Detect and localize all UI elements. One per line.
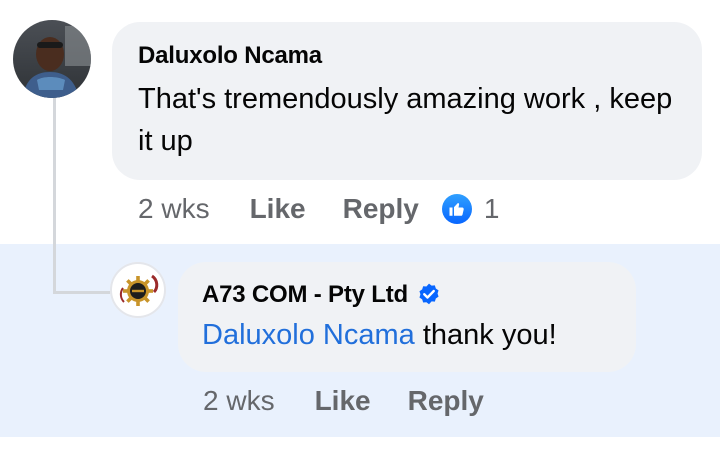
comment-actions: 2 wks Like Reply 1	[138, 193, 499, 225]
company-logo	[110, 262, 166, 318]
like-button[interactable]: Like	[315, 385, 371, 417]
thumbs-up-glyph	[449, 203, 464, 216]
thumbs-up-icon[interactable]	[441, 194, 472, 224]
profile-photo	[13, 20, 91, 98]
avatar[interactable]	[110, 262, 166, 318]
reply-timestamp[interactable]: 2 wks	[203, 385, 275, 417]
mention-link[interactable]: Daluxolo Ncama	[202, 319, 415, 351]
reply-actions: 2 wks Like Reply	[203, 385, 521, 417]
reply-message: thank you!	[414, 319, 557, 351]
reply-button[interactable]: Reply	[408, 385, 484, 417]
thread-connector-branch	[53, 291, 111, 294]
reaction-count[interactable]: 1	[484, 193, 500, 225]
comment-timestamp[interactable]: 2 wks	[138, 193, 210, 225]
reply-button[interactable]: Reply	[343, 193, 419, 225]
verified-badge-icon	[416, 282, 442, 308]
like-button[interactable]: Like	[250, 193, 306, 225]
verified-badge-glyph	[419, 283, 439, 305]
comment-text: That's tremendously amazing work , keep …	[138, 83, 673, 157]
reply-author-row: A73 COM - Pty Ltd	[202, 281, 442, 309]
reply-author[interactable]: A73 COM - Pty Ltd	[202, 281, 408, 309]
reply-text: Daluxolo Ncama thank you!	[202, 314, 557, 356]
avatar[interactable]	[13, 20, 91, 98]
comment-author[interactable]: Daluxolo Ncama	[138, 42, 322, 70]
thread-connector-line	[53, 98, 56, 294]
